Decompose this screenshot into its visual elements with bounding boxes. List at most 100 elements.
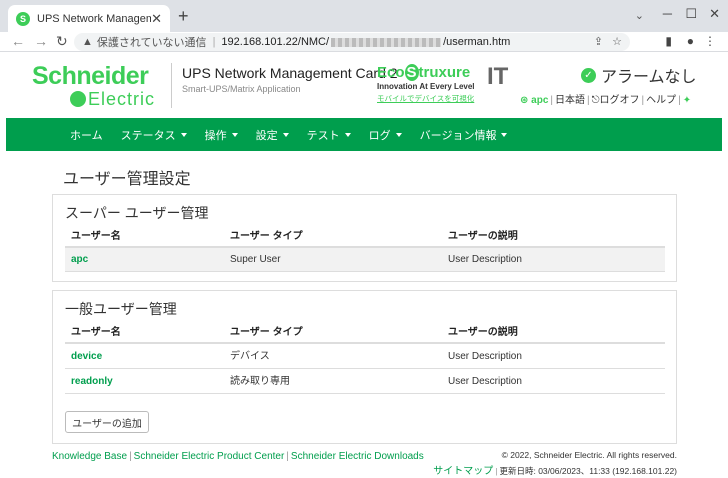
page-header: Schneider Electric UPS Network Managemen… [0, 53, 728, 118]
blurred-url-segment [331, 37, 442, 47]
super-user-panel-title: スーパー ユーザー管理 [65, 205, 209, 221]
menu-item-label: 設定 [255, 129, 278, 142]
alarm-status[interactable]: ✓ アラームなし [581, 63, 697, 87]
share-icon[interactable]: ⇪ ☆ [594, 35, 622, 48]
ecostruxure-brand: Eco Struxure [377, 64, 475, 81]
product-subtitle: Smart-UPS/Matrix Application [182, 84, 301, 94]
menu-item-0[interactable]: ホーム [70, 127, 103, 143]
browser-tab[interactable]: S UPS Network Management Ca ✕ [8, 5, 170, 32]
super-user-panel: スーパー ユーザー管理 ユーザー名 ユーザー タイプ ユーザーの説明 apc S… [52, 194, 677, 282]
eco-brand-b: truxure [418, 64, 471, 81]
user-link[interactable]: apc [531, 95, 548, 106]
col-username: ユーザー名 [71, 327, 121, 338]
user-type: Super User [230, 254, 281, 265]
profile-icon[interactable]: ● [687, 34, 694, 48]
copyright: © 2022, Schneider Electric. All rights r… [501, 450, 677, 460]
caret-down-icon [180, 132, 187, 137]
schneider-logo[interactable]: Schneider Electric [32, 63, 167, 109]
url-suffix: /userman.htm [443, 36, 511, 48]
general-user-panel-title: 一般ユーザー管理 [65, 301, 177, 317]
user-description: User Description [448, 351, 522, 362]
menu-item-6[interactable]: バージョン情報 [420, 127, 508, 143]
menu-item-3[interactable]: 設定 [256, 127, 289, 143]
new-tab-icon[interactable]: + [178, 6, 189, 27]
menu-item-label: バージョン情報 [419, 129, 497, 142]
link-divider: | [641, 95, 645, 106]
page-title: ユーザー管理設定 [63, 171, 191, 188]
browser-tab-bar: S UPS Network Management Ca ✕ + ⌄ ─ ☐ ✕ [0, 0, 728, 32]
product-title: UPS Network Management Card 2 [182, 65, 398, 81]
header-divider [171, 63, 172, 108]
forward-icon[interactable]: → [34, 33, 48, 49]
mobile-visualize-link[interactable]: モバイルでデバイスを可視化 [377, 93, 475, 104]
browser-tab-title: UPS Network Management Ca [37, 12, 152, 25]
footer-links: Knowledge Base | Schneider Electric Produc… [52, 451, 424, 462]
it-label: IT [487, 63, 509, 90]
last-updated: 更新日時: 03/06/2023、11:33 (192.168.101.22) [499, 466, 677, 476]
tab-search-chevron-icon[interactable]: ⌄ [635, 9, 644, 22]
insecure-label: 保護されていない通信 [96, 37, 207, 49]
user-type: 読み取り専用 [230, 376, 290, 387]
header-links: ⊛ apc | 日本語 | ⎋ログオフ | ヘルプ | ✦ [520, 91, 691, 106]
back-icon[interactable]: ← [11, 33, 25, 49]
product-center-link[interactable]: Schneider Electric Product Center [134, 451, 285, 462]
col-description: ユーザーの説明 [448, 327, 518, 338]
ecostruxure-s-icon: S [404, 64, 419, 81]
menu-item-label: ホーム [70, 129, 103, 142]
eco-brand-a: Eco [377, 64, 405, 81]
table-row: apc Super User User Description [65, 248, 665, 272]
add-user-button[interactable]: ユーザーの追加 [65, 411, 149, 433]
url-separator: | [212, 36, 216, 48]
alarm-status-text: アラームなし [601, 69, 697, 86]
side-panel-icon[interactable]: ▮ [665, 34, 672, 48]
user-icon: ⊛ [520, 95, 529, 106]
menu-item-label: ステータス [120, 129, 176, 142]
reload-icon[interactable]: ↻ [56, 33, 68, 50]
warning-icon[interactable]: ▲ [82, 36, 93, 48]
language-link[interactable]: 日本語 [555, 95, 585, 106]
kebab-menu-icon[interactable]: ⋮ [704, 34, 716, 48]
user-type: デバイス [230, 351, 270, 362]
maximize-icon[interactable]: ☐ [685, 6, 697, 22]
address-bar[interactable]: ▲ 保護されていない通信 | 192.168.101.22/NMC/ /user… [74, 33, 630, 51]
help-link[interactable]: ヘルプ [646, 95, 676, 106]
link-divider: | [129, 451, 132, 462]
menu-item-2[interactable]: 操作 [205, 127, 238, 143]
menu-item-label: ログ [368, 129, 391, 142]
user-description: User Description [448, 376, 522, 387]
col-usertype: ユーザー タイプ [230, 231, 303, 242]
life-is-on-icon [70, 91, 86, 107]
minimize-icon[interactable]: ─ [663, 6, 672, 21]
pin-icon[interactable]: ✦ [683, 95, 691, 106]
schneider-favicon-icon: S [16, 11, 30, 26]
url-prefix: 192.168.101.22/NMC/ [221, 36, 330, 48]
close-window-icon[interactable]: ✕ [709, 6, 720, 22]
link-divider: | [678, 95, 681, 106]
caret-down-icon [344, 132, 351, 137]
caret-down-icon [501, 132, 508, 137]
logo-line2-text: Electric [88, 89, 156, 109]
user-description: User Description [448, 254, 522, 265]
username-link[interactable]: device [71, 345, 102, 369]
menu-item-4[interactable]: テスト [307, 127, 351, 143]
username-link[interactable]: apc [71, 248, 88, 272]
link-divider: | [286, 451, 289, 462]
downloads-link[interactable]: Schneider Electric Downloads [291, 451, 424, 462]
caret-down-icon [282, 132, 289, 137]
menu-item-5[interactable]: ログ [369, 127, 402, 143]
link-divider: | [495, 466, 498, 476]
menu-item-1[interactable]: ステータス [121, 127, 187, 143]
sitemap-link[interactable]: サイトマップ [433, 466, 493, 477]
logo-line2: Electric [32, 90, 167, 108]
username-link[interactable]: readonly [71, 370, 113, 394]
table-row: readonly 読み取り専用 User Description [65, 370, 665, 394]
menu-item-label: テスト [306, 129, 340, 142]
general-user-panel: 一般ユーザー管理 ユーザー名 ユーザー タイプ ユーザーの説明 device デ… [52, 290, 677, 444]
knowledge-base-link[interactable]: Knowledge Base [52, 451, 127, 462]
general-user-table-header: ユーザー名 ユーザー タイプ ユーザーの説明 [65, 322, 665, 344]
col-username: ユーザー名 [71, 231, 121, 242]
col-usertype: ユーザー タイプ [230, 327, 303, 338]
caret-down-icon [395, 132, 402, 137]
close-tab-icon[interactable]: ✕ [151, 11, 162, 27]
logoff-link[interactable]: ログオフ [600, 95, 640, 106]
